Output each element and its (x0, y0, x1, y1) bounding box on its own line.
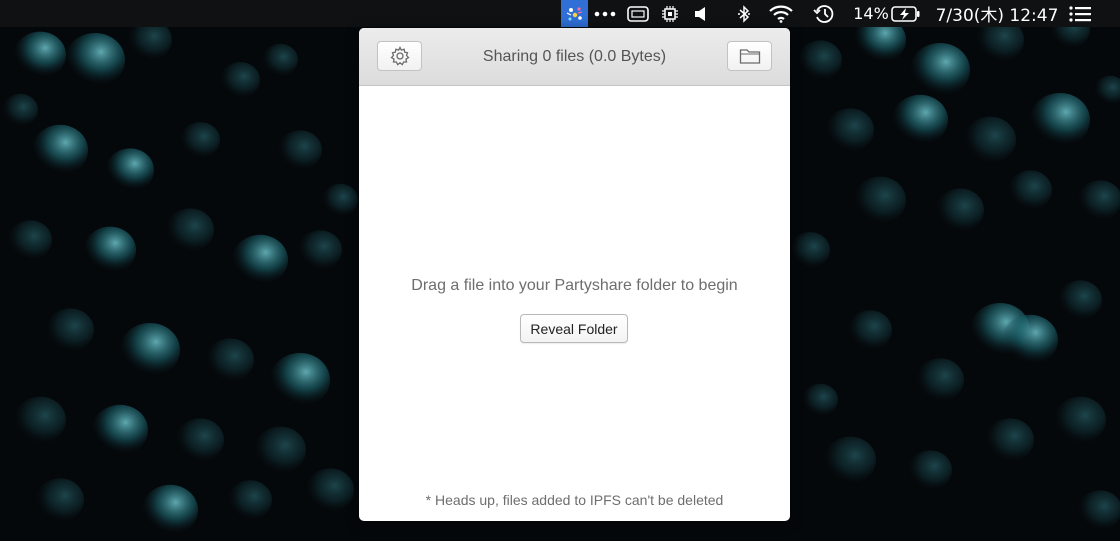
bokeh-bubble (936, 188, 984, 232)
bokeh-bubble (84, 226, 136, 274)
bokeh-bubble (166, 208, 214, 252)
bokeh-bubble (142, 484, 198, 536)
gear-icon (389, 46, 410, 66)
bokeh-bubble (278, 130, 322, 170)
bokeh-bubble (986, 418, 1034, 462)
menu-clock[interactable]: 7/30(木) 12:47 (934, 0, 1060, 27)
sharing-status-title: Sharing 0 files (0.0 Bytes) (482, 48, 667, 65)
bokeh-bubble (232, 234, 288, 286)
bokeh-bubble (848, 310, 892, 350)
bokeh-bubble (910, 43, 970, 97)
bokeh-bubble (1078, 180, 1120, 220)
partyshare-confetti-icon (566, 6, 582, 20)
ellipsis-icon[interactable] (593, 0, 617, 27)
partyshare-menu-extra[interactable] (561, 0, 588, 27)
bokeh-bubble (46, 308, 94, 352)
ipfs-warning-footnote: * Heads up, files added to IPFS can't be… (425, 492, 724, 508)
bokeh-bubble (14, 31, 66, 79)
bokeh-bubble (220, 62, 260, 98)
bokeh-bubble (176, 418, 224, 462)
bokeh-bubble (322, 183, 358, 217)
menu-bar: 14% 7/30(木) 12:47 (0, 0, 1120, 27)
battery-menu-icon[interactable] (625, 0, 651, 27)
bokeh-bubble (262, 43, 298, 77)
partyshare-popover: Sharing 0 files (0.0 Bytes) Drag a file … (359, 28, 790, 521)
settings-button[interactable] (377, 41, 422, 71)
bokeh-bubble (2, 93, 38, 127)
bokeh-bubble (964, 116, 1016, 164)
bokeh-bubble (1030, 93, 1090, 147)
bokeh-bubble (254, 426, 306, 474)
bokeh-bubble (892, 94, 948, 146)
bokeh-bubble (228, 480, 272, 520)
bokeh-bubble (1054, 396, 1106, 444)
desktop: 14% 7/30(木) 12:47 Sharing 0 files (0.0 B… (0, 0, 1120, 541)
bokeh-bubble (8, 220, 52, 260)
bokeh-bubble (824, 436, 876, 484)
clock-text: 7/30(木) 12:47 (935, 6, 1059, 26)
wifi-icon[interactable] (767, 0, 795, 27)
reveal-folder-button[interactable]: Reveal Folder (520, 314, 628, 343)
battery-percent: 14% (852, 0, 890, 27)
bokeh-bubble (916, 358, 964, 402)
popover-toolbar: Sharing 0 files (0.0 Bytes) (359, 28, 790, 86)
bokeh-bubble (790, 232, 830, 268)
list-menu-icon[interactable] (1066, 0, 1094, 27)
battery-percent-text: 14% (853, 4, 889, 23)
empty-state-message: Drag a file into your Partyshare folder … (411, 277, 738, 294)
bokeh-bubble (1094, 75, 1120, 105)
bokeh-bubble (106, 148, 154, 192)
bokeh-bubble (65, 33, 125, 87)
battery-charging-icon[interactable] (890, 0, 922, 27)
bokeh-bubble (14, 396, 66, 444)
bokeh-bubble (306, 468, 354, 512)
open-folder-button[interactable] (727, 41, 772, 71)
bokeh-bubble (798, 40, 842, 80)
bokeh-bubble (270, 353, 330, 407)
bokeh-bubble (1058, 280, 1102, 320)
cpu-chip-icon[interactable] (659, 0, 681, 27)
bokeh-bubble (908, 450, 952, 490)
bokeh-bubble (92, 404, 148, 456)
bluetooth-icon[interactable] (734, 0, 754, 27)
bokeh-bubble (32, 124, 88, 176)
bokeh-bubble (206, 338, 254, 382)
bokeh-bubble (1008, 170, 1052, 210)
folder-icon (739, 49, 760, 64)
bokeh-bubble (1002, 314, 1058, 366)
volume-icon[interactable] (691, 0, 711, 27)
bokeh-bubble (1078, 490, 1120, 530)
time-machine-icon[interactable] (811, 0, 837, 27)
bokeh-bubble (180, 122, 220, 158)
bokeh-bubble (298, 230, 342, 270)
bokeh-bubble (802, 383, 838, 417)
file-list-area: Drag a file into your Partyshare folder … (359, 86, 790, 521)
bokeh-bubble (826, 108, 874, 152)
bokeh-bubble (854, 176, 906, 224)
bokeh-bubble (36, 478, 84, 522)
bokeh-bubble (120, 323, 180, 377)
